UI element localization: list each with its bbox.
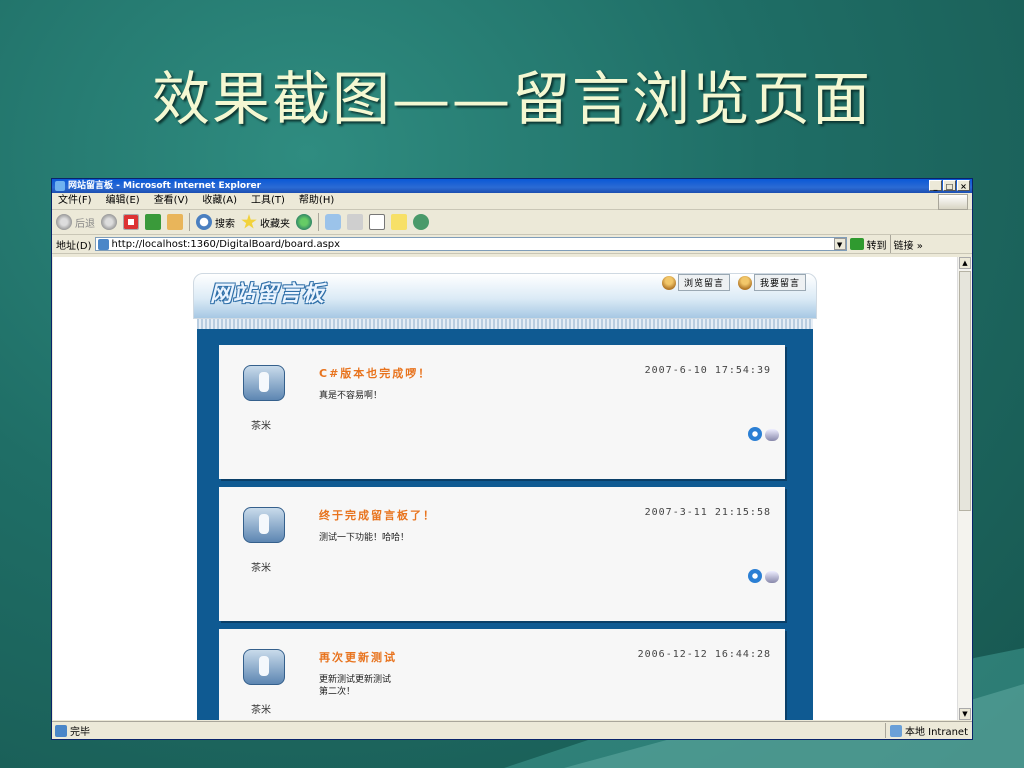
address-label: 地址(D) — [56, 240, 92, 252]
avatar — [243, 649, 285, 685]
message-title: 再次更新测试 — [319, 651, 397, 664]
status-bar: 完毕 本地 Intranet — [52, 721, 972, 739]
page-icon — [97, 238, 109, 250]
menu-view[interactable]: 查看(V) — [154, 193, 189, 209]
window-title: 网站留言板 - Microsoft Internet Explorer — [68, 181, 262, 191]
message-author: 茶米 — [251, 705, 271, 716]
post-message-link[interactable]: 我要留言 — [737, 274, 806, 291]
avatar — [243, 365, 285, 401]
toolbar-separator — [318, 213, 319, 231]
guestbook-board: 网站留言板 浏览留言 我要留言 茶米 C#版本也完成啰！ 2007-6-10 1… — [193, 273, 817, 720]
star-icon — [241, 214, 257, 229]
page-status-icon — [55, 724, 67, 737]
search-icon — [196, 214, 212, 230]
back-button[interactable]: 后退 — [56, 212, 95, 232]
favorites-button[interactable]: 收藏夹 — [241, 212, 290, 232]
slide-title: 效果截图——留言浏览页面 — [151, 65, 872, 133]
message-title: C#版本也完成啰！ — [319, 367, 432, 380]
message-author: 茶米 — [251, 563, 271, 574]
message-card: 茶米 再次更新测试 2006-12-12 16:44:28 更新测试更新测试 第… — [219, 629, 785, 720]
toolbar: 后退 搜索 收藏夹 — [52, 210, 972, 235]
scroll-up-icon[interactable]: ▲ — [959, 257, 971, 269]
home-icon[interactable] — [167, 214, 183, 230]
go-label: 转到 — [866, 240, 887, 252]
browser-window: 网站留言板 - Microsoft Internet Explorer _ □ … — [51, 178, 973, 740]
go-arrow-icon — [849, 238, 864, 250]
favorites-label: 收藏夹 — [260, 218, 290, 230]
address-input[interactable]: http://localhost:1360/DigitalBoard/board… — [94, 237, 847, 251]
menu-tools[interactable]: 工具(T) — [251, 193, 285, 209]
users-icon — [661, 275, 676, 290]
security-zone: 本地 Intranet — [884, 723, 968, 738]
message-time: 2006-12-12 16:44:28 — [637, 649, 771, 660]
browse-label: 浏览留言 — [677, 274, 730, 291]
message-time: 2007-3-11 21:15:58 — [644, 507, 771, 518]
board-logo: 网站留言板 — [210, 281, 326, 307]
toolbar-separator — [189, 213, 190, 231]
reply-icon[interactable] — [765, 571, 779, 583]
browse-messages-link[interactable]: 浏览留言 — [661, 274, 730, 291]
forward-button[interactable] — [101, 214, 117, 230]
message-card: 茶米 终于完成留言板了！ 2007-3-11 21:15:58 测试一下功能！哈… — [219, 487, 785, 621]
intranet-icon — [889, 724, 902, 737]
post-label: 我要留言 — [753, 274, 806, 291]
header-divider — [197, 319, 813, 329]
address-url: http://localhost:1360/DigitalBoard/board… — [111, 238, 341, 250]
refresh-icon[interactable] — [145, 214, 161, 230]
home-icon[interactable] — [748, 427, 762, 441]
minimize-button[interactable]: _ — [929, 180, 942, 191]
message-time: 2007-6-10 17:54:39 — [644, 365, 771, 376]
history-icon[interactable] — [296, 214, 312, 230]
windows-logo-icon — [938, 194, 968, 210]
close-button[interactable]: × — [957, 180, 970, 191]
message-author: 茶米 — [251, 421, 271, 432]
vertical-scrollbar[interactable]: ▲ ▼ — [957, 257, 972, 720]
back-label: 后退 — [75, 218, 95, 230]
discuss-icon[interactable] — [391, 214, 407, 230]
scroll-thumb[interactable] — [959, 271, 971, 511]
window-titlebar[interactable]: 网站留言板 - Microsoft Internet Explorer _ □ … — [52, 179, 972, 193]
message-list: 茶米 C#版本也完成啰！ 2007-6-10 17:54:39 真是不容易啊！ … — [197, 329, 813, 720]
message-title: 终于完成留言板了！ — [319, 509, 436, 522]
reply-icon[interactable] — [765, 429, 779, 441]
board-header: 网站留言板 浏览留言 我要留言 — [193, 273, 817, 319]
messenger-icon[interactable] — [413, 214, 429, 230]
go-button[interactable]: 转到 — [849, 237, 887, 252]
zone-label: 本地 Intranet — [904, 727, 968, 738]
stop-icon[interactable] — [123, 214, 139, 230]
avatar — [243, 507, 285, 543]
address-bar: 地址(D) http://localhost:1360/DigitalBoard… — [52, 235, 972, 254]
message-body: 更新测试更新测试 第二次！ — [319, 675, 392, 697]
status-text: 完毕 — [70, 727, 90, 738]
user-icon — [737, 275, 752, 290]
menu-favorites[interactable]: 收藏(A) — [202, 193, 237, 209]
home-icon[interactable] — [748, 569, 762, 583]
scroll-down-icon[interactable]: ▼ — [959, 708, 971, 720]
menu-file[interactable]: 文件(F) — [58, 193, 92, 209]
menu-help[interactable]: 帮助(H) — [299, 193, 334, 209]
toolbar-separator — [889, 235, 891, 253]
back-arrow-icon — [56, 214, 72, 230]
search-label: 搜索 — [215, 218, 235, 230]
ie-icon — [55, 181, 65, 191]
address-dropdown-icon[interactable]: ▼ — [833, 238, 846, 250]
message-body: 真是不容易啊！ — [319, 391, 383, 401]
menu-edit[interactable]: 编辑(E) — [106, 193, 140, 209]
menu-bar: 文件(F) 编辑(E) 查看(V) 收藏(A) 工具(T) 帮助(H) — [52, 193, 972, 210]
links-button[interactable]: 链接 » — [894, 237, 923, 252]
message-body: 测试一下功能！哈哈！ — [319, 533, 410, 543]
edit-icon[interactable] — [369, 214, 385, 230]
maximize-button[interactable]: □ — [943, 180, 956, 191]
page-viewport: 网站留言板 浏览留言 我要留言 茶米 C#版本也完成啰！ 2007-6-10 1… — [53, 257, 957, 720]
message-card: 茶米 C#版本也完成啰！ 2007-6-10 17:54:39 真是不容易啊！ — [219, 345, 785, 479]
print-icon[interactable] — [347, 214, 363, 230]
mail-icon[interactable] — [325, 214, 341, 230]
search-button[interactable]: 搜索 — [196, 212, 235, 232]
